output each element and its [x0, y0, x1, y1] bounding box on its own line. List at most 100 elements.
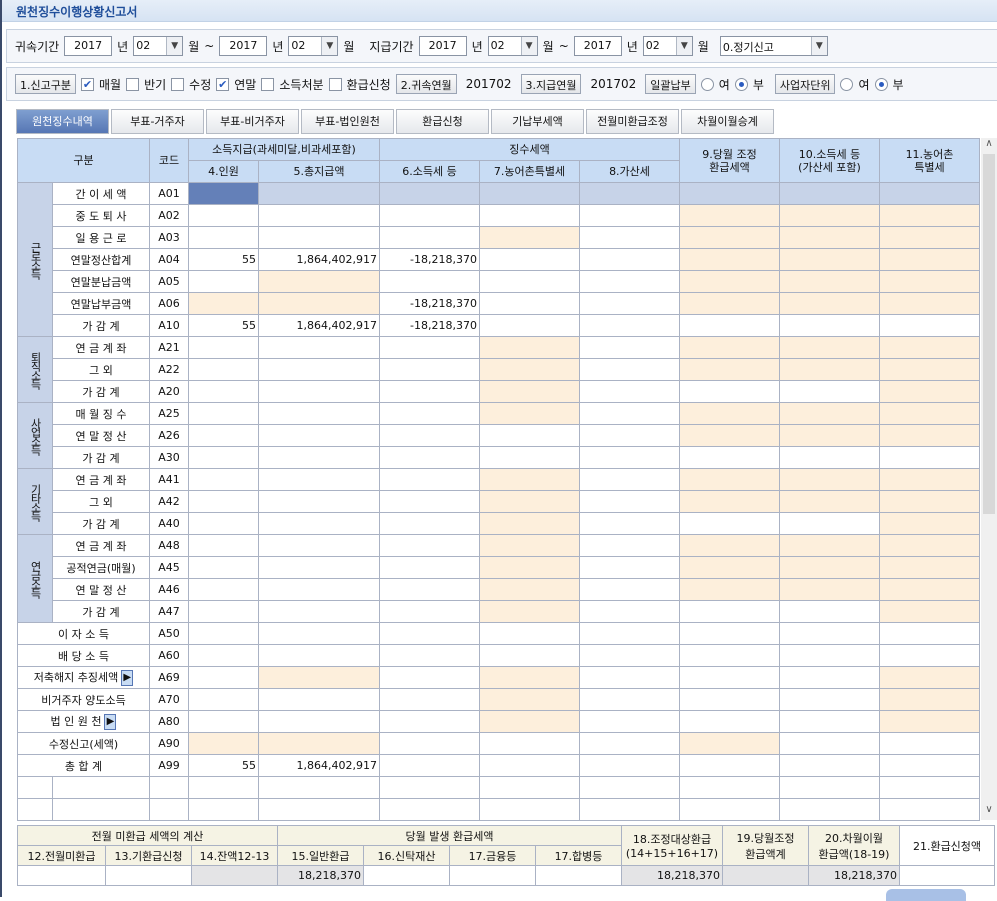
cell-col9[interactable] [679, 600, 780, 623]
pay-from-month-select[interactable]: 02 ▼ [487, 36, 538, 56]
business-unit-button[interactable]: 사업자단위 [774, 74, 836, 94]
cell-col7[interactable] [479, 622, 580, 645]
cell-col7[interactable] [479, 644, 580, 667]
cell-col11[interactable] [879, 754, 980, 777]
cell-col6[interactable] [379, 578, 480, 601]
cell-col8[interactable] [579, 226, 680, 249]
cell-col11[interactable] [879, 446, 980, 469]
cell-col8[interactable] [579, 666, 680, 689]
cell-col8[interactable] [579, 688, 680, 711]
cell-col4[interactable] [188, 556, 259, 579]
cell-col5[interactable] [258, 644, 380, 667]
cell-col5[interactable] [258, 534, 380, 557]
cell-col9[interactable] [679, 512, 780, 535]
cell-col10[interactable] [779, 512, 880, 535]
lump-payment-button[interactable]: 일괄납부 [645, 74, 696, 94]
cell-col6[interactable] [379, 446, 480, 469]
cell-col4[interactable] [188, 358, 259, 381]
cell-col8[interactable] [579, 402, 680, 425]
cell-col6[interactable] [379, 402, 480, 425]
cell-col5[interactable] [258, 468, 380, 491]
cell-col8[interactable] [579, 556, 680, 579]
cell-col4[interactable] [188, 688, 259, 711]
cell-col7[interactable] [479, 446, 580, 469]
cell-col9[interactable] [679, 688, 780, 711]
cell-col8[interactable] [579, 380, 680, 403]
cell-col5[interactable] [258, 600, 380, 623]
summary-value-12[interactable] [17, 865, 106, 886]
cell-col10[interactable] [779, 732, 880, 755]
cell-col7[interactable] [479, 732, 580, 755]
cell-col5[interactable] [258, 358, 380, 381]
tab-carryover[interactable]: 차월이월승계 [681, 109, 774, 134]
cell-col4[interactable] [188, 204, 259, 227]
report-kind-button[interactable]: 1.신고구분 [15, 74, 76, 94]
cell-col6[interactable] [379, 358, 480, 381]
cell-col8[interactable] [579, 600, 680, 623]
cell-col5[interactable] [258, 204, 380, 227]
cell-col4[interactable] [188, 446, 259, 469]
cell-col4[interactable] [188, 424, 259, 447]
cell-col5[interactable] [258, 226, 380, 249]
belong-from-month-select[interactable]: 02 ▼ [133, 36, 184, 56]
half-checkbox[interactable] [126, 77, 140, 91]
cell-col10[interactable] [779, 754, 880, 777]
tab-resident[interactable]: 부표-거주자 [111, 109, 204, 134]
cell-col8[interactable] [579, 534, 680, 557]
cell-col4[interactable] [188, 512, 259, 535]
tab-withholding[interactable]: 원천징수내역 [16, 109, 109, 134]
cell-col10[interactable] [779, 446, 880, 469]
cell-col8[interactable] [579, 512, 680, 535]
cell-col4[interactable] [188, 336, 259, 359]
lump-yes-radio[interactable] [700, 77, 714, 91]
cell-col6[interactable] [379, 336, 480, 359]
belong-from-year-input[interactable]: 2017 [64, 36, 113, 56]
cell-col6[interactable]: -18,218,370 [379, 314, 480, 337]
cell-col4[interactable] [188, 226, 259, 249]
disposal-checkbox[interactable] [261, 77, 275, 91]
cell-col9[interactable] [679, 446, 780, 469]
cell-col6[interactable] [379, 666, 480, 689]
cell-col9[interactable] [679, 754, 780, 777]
cell-col5[interactable]: 1,864,402,917 [258, 314, 380, 337]
cell-col8[interactable] [579, 314, 680, 337]
cell-col9[interactable] [679, 622, 780, 645]
cell-col6[interactable] [379, 534, 480, 557]
cell-col5[interactable] [258, 380, 380, 403]
summary-value-13[interactable] [105, 865, 192, 886]
cell-col7[interactable] [479, 248, 580, 271]
cell-col9[interactable] [679, 710, 780, 733]
cell-col6[interactable] [379, 754, 480, 777]
cell-col6[interactable] [379, 380, 480, 403]
report-type-select[interactable]: 0.정기신고 ▼ [719, 36, 828, 56]
belong-to-month-select[interactable]: 02 ▼ [288, 36, 339, 56]
cell-col8[interactable] [579, 622, 680, 645]
cell-col10[interactable] [779, 710, 880, 733]
cell-col8[interactable] [579, 424, 680, 447]
pay-to-year-input[interactable]: 2017 [573, 36, 622, 56]
lump-no-radio[interactable] [734, 77, 748, 91]
cell-col8[interactable] [579, 490, 680, 513]
summary-value-22[interactable] [899, 865, 995, 886]
cell-col4[interactable]: 55 [188, 314, 259, 337]
cell-col4[interactable] [188, 622, 259, 645]
cell-col11[interactable] [879, 644, 980, 667]
cell-col6[interactable] [379, 688, 480, 711]
cell-col6[interactable] [379, 710, 480, 733]
cell-col8[interactable] [579, 446, 680, 469]
summary-value-18[interactable] [535, 865, 622, 886]
cell-col5[interactable] [258, 710, 380, 733]
cell-col7[interactable] [479, 754, 580, 777]
tab-prev-refund[interactable]: 전월미환급조정 [586, 109, 679, 134]
cell-col4[interactable]: 55 [188, 248, 259, 271]
cell-col10[interactable] [779, 380, 880, 403]
scroll-thumb[interactable] [983, 154, 995, 514]
cell-col4[interactable] [188, 270, 259, 293]
yearend-checkbox[interactable]: ✔ [216, 77, 230, 91]
summary-value-16[interactable] [363, 865, 450, 886]
cell-col4[interactable] [188, 600, 259, 623]
cell-col5[interactable] [258, 424, 380, 447]
belong-to-year-input[interactable]: 2017 [219, 36, 268, 56]
unit-yes-radio[interactable] [840, 77, 854, 91]
cell-col10[interactable] [779, 600, 880, 623]
